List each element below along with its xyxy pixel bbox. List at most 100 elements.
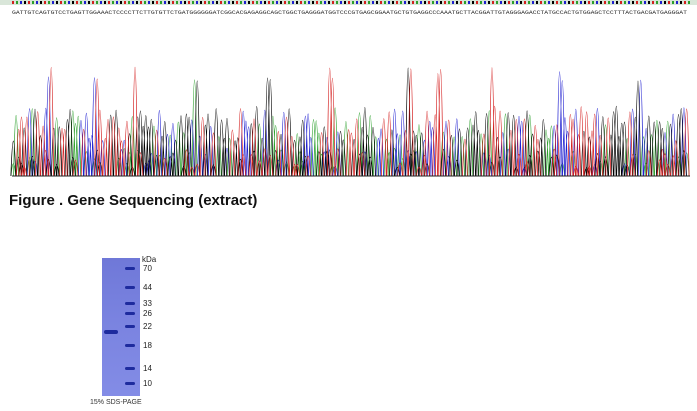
header-tick <box>384 1 386 4</box>
header-tick <box>272 1 274 4</box>
header-tick <box>548 1 550 4</box>
header-tick <box>284 1 286 4</box>
header-tick <box>44 1 46 4</box>
header-tick <box>644 1 646 4</box>
header-tick <box>664 1 666 4</box>
sequence-text: GATTGTCAGTGTCCTGAGTTGGAAACTCCCCTTCTTGTGT… <box>12 10 687 16</box>
header-tick <box>404 1 406 4</box>
header-tick <box>296 1 298 4</box>
marker-band-22 <box>125 325 135 328</box>
header-tick <box>448 1 450 4</box>
header-tick <box>656 1 658 4</box>
header-tick <box>292 1 294 4</box>
header-tick <box>592 1 594 4</box>
header-tick <box>572 1 574 4</box>
header-tick <box>560 1 562 4</box>
header-tick <box>516 1 518 4</box>
trace-g <box>10 67 687 177</box>
header-tick <box>68 1 70 4</box>
header-tick <box>344 1 346 4</box>
header-tick <box>544 1 546 4</box>
header-tick <box>552 1 554 4</box>
header-tick <box>352 1 354 4</box>
header-tick <box>508 1 510 4</box>
header-tick <box>484 1 486 4</box>
header-tick <box>228 1 230 4</box>
header-tick <box>500 1 502 4</box>
marker-band-18 <box>125 344 135 347</box>
header-tick <box>60 1 62 4</box>
header-tick <box>596 1 598 4</box>
header-tick <box>584 1 586 4</box>
header-tick <box>276 1 278 4</box>
header-tick <box>280 1 282 4</box>
header-tick <box>676 1 678 4</box>
header-tick <box>260 1 262 4</box>
header-tick <box>356 1 358 4</box>
marker-label-26: 26 <box>143 309 152 318</box>
header-tick <box>324 1 326 4</box>
header-tick <box>528 1 530 4</box>
header-tick <box>520 1 522 4</box>
sequence-strip: GATTGTCAGTGTCCTGAGTTGGAAACTCCCCTTCTTGTGT… <box>0 0 697 16</box>
header-tick <box>648 1 650 4</box>
header-tick <box>396 1 398 4</box>
header-tick <box>440 1 442 4</box>
marker-label-70: 70 <box>143 264 152 273</box>
header-tick <box>652 1 654 4</box>
header-tick <box>104 1 106 4</box>
marker-band-26 <box>125 312 135 315</box>
header-tick <box>240 1 242 4</box>
gel-lane <box>102 258 140 396</box>
header-tick <box>20 1 22 4</box>
header-tick <box>32 1 34 4</box>
header-tick <box>244 1 246 4</box>
header-tick <box>432 1 434 4</box>
chromatogram-traces <box>10 66 690 177</box>
marker-band-70 <box>125 267 135 270</box>
header-tick <box>624 1 626 4</box>
header-tick <box>616 1 618 4</box>
header-tick <box>536 1 538 4</box>
header-tick <box>204 1 206 4</box>
header-tick <box>64 1 66 4</box>
header-tick <box>376 1 378 4</box>
header-tick <box>144 1 146 4</box>
header-tick <box>444 1 446 4</box>
header-tick <box>612 1 614 4</box>
header-tick <box>56 1 58 4</box>
header-tick <box>412 1 414 4</box>
header-tick <box>252 1 254 4</box>
header-tick <box>564 1 566 4</box>
header-tick <box>192 1 194 4</box>
header-tick <box>120 1 122 4</box>
header-tick <box>436 1 438 4</box>
header-tick <box>632 1 634 4</box>
header-tick <box>424 1 426 4</box>
header-tick <box>160 1 162 4</box>
header-tick <box>684 1 686 4</box>
header-tick <box>628 1 630 4</box>
header-tick <box>168 1 170 4</box>
figure-caption: Figure . Gene Sequencing (extract) <box>9 192 258 209</box>
header-tick <box>256 1 258 4</box>
header-tick <box>400 1 402 4</box>
marker-label-10: 10 <box>143 379 152 388</box>
header-tick <box>92 1 94 4</box>
header-tick <box>28 1 30 4</box>
header-tick <box>580 1 582 4</box>
header-tick <box>588 1 590 4</box>
header-tick <box>492 1 494 4</box>
header-tick <box>420 1 422 4</box>
marker-band-14 <box>125 367 135 370</box>
header-tick <box>148 1 150 4</box>
sample-band <box>104 330 118 334</box>
header-tick <box>96 1 98 4</box>
marker-band-44 <box>125 286 135 289</box>
gel-caption: 15% SDS-PAGE <box>90 399 142 406</box>
header-tick <box>408 1 410 4</box>
header-tick <box>112 1 114 4</box>
header-tick <box>372 1 374 4</box>
header-tick <box>636 1 638 4</box>
header-tick <box>556 1 558 4</box>
